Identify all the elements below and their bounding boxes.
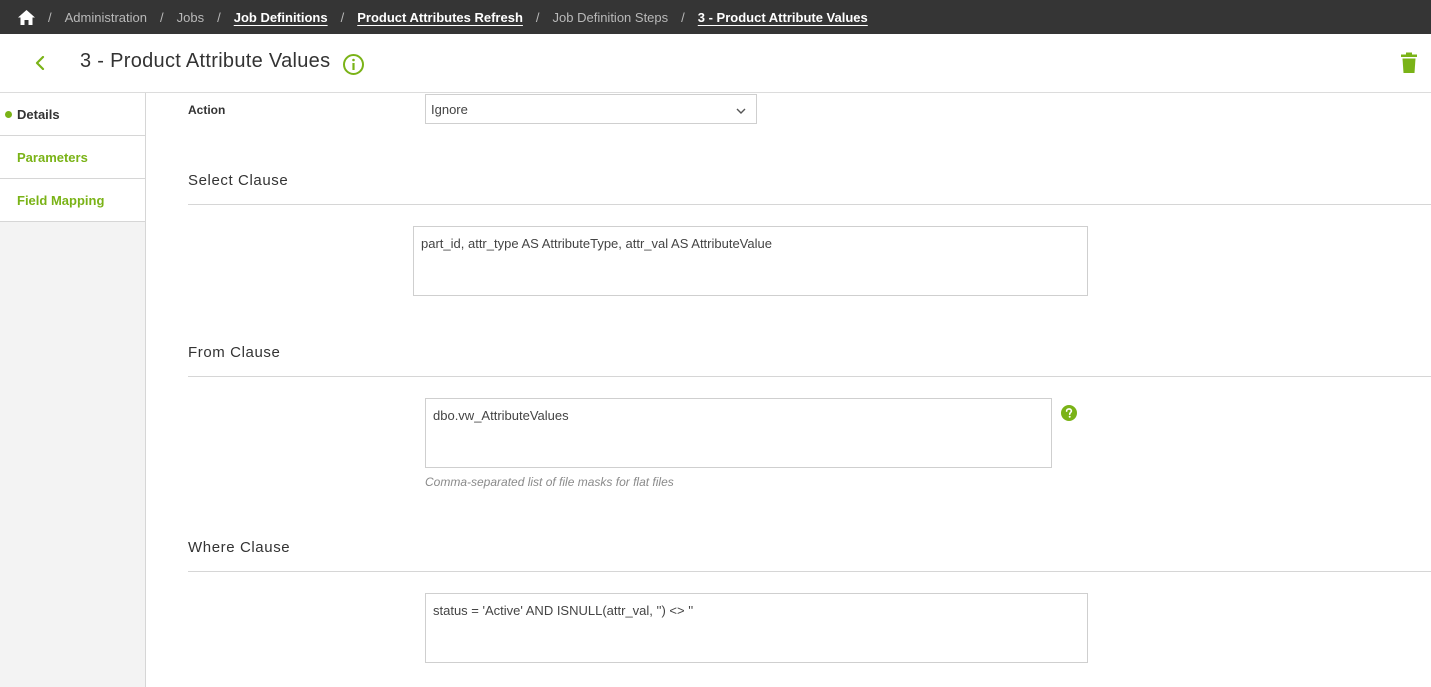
sidebar-item-label: Parameters <box>17 149 88 165</box>
breadcrumb-separator: / <box>48 9 52 25</box>
divider <box>188 376 1431 377</box>
home-icon[interactable] <box>18 9 35 25</box>
sidebar-item-label: Details <box>17 106 60 122</box>
where-clause-input[interactable]: status = 'Active' AND ISNULL(attr_val, '… <box>425 593 1088 663</box>
divider <box>188 571 1431 572</box>
info-icon[interactable] <box>342 53 365 76</box>
from-clause-title: From Clause <box>188 344 281 361</box>
breadcrumb-separator: / <box>535 9 540 25</box>
breadcrumb-separator: / <box>681 9 685 25</box>
action-select-value: Ignore <box>431 101 468 117</box>
breadcrumb-jobs[interactable]: Jobs <box>177 10 204 25</box>
from-clause-input[interactable]: dbo.vw_AttributeValues <box>425 398 1052 468</box>
sidebar-item-field-mapping[interactable]: Field Mapping <box>0 179 145 222</box>
breadcrumb-administration[interactable]: Administration <box>65 10 147 25</box>
sidebar-item-label: Field Mapping <box>17 192 105 208</box>
breadcrumb-job-definition-steps[interactable]: Job Definition Steps <box>553 10 669 25</box>
trash-icon[interactable] <box>1399 52 1419 74</box>
select-clause-title: Select Clause <box>188 172 289 189</box>
select-clause-input[interactable]: part_id, attr_type AS AttributeType, att… <box>413 226 1088 296</box>
sidebar-item-details[interactable]: Details <box>0 93 145 136</box>
where-clause-title: Where Clause <box>188 539 291 556</box>
breadcrumb-separator: / <box>217 9 221 25</box>
sidebar: Details Parameters Field Mapping <box>0 93 146 687</box>
action-select[interactable]: Ignore <box>425 94 757 124</box>
chevron-left-icon[interactable] <box>31 54 49 72</box>
breadcrumb-separator: / <box>160 9 164 25</box>
divider <box>188 204 1431 205</box>
breadcrumb-product-attributes-refresh[interactable]: Product Attributes Refresh <box>357 10 523 25</box>
breadcrumb: / Administration / Jobs / Job Definition… <box>0 0 1431 34</box>
main-content: Action Ignore Select Clause part_id, att… <box>146 93 1431 687</box>
help-icon[interactable] <box>1061 405 1077 421</box>
sidebar-item-parameters[interactable]: Parameters <box>0 136 145 179</box>
breadcrumb-current-step[interactable]: 3 - Product Attribute Values <box>698 10 868 25</box>
page-header: 3 - Product Attribute Values <box>0 34 1431 93</box>
breadcrumb-job-definitions[interactable]: Job Definitions <box>234 10 328 25</box>
active-indicator <box>5 111 12 118</box>
page-title: 3 - Product Attribute Values <box>80 50 331 72</box>
breadcrumb-separator: / <box>340 9 345 25</box>
from-clause-hint: Comma-separated list of file masks for f… <box>425 475 674 489</box>
chevron-down-icon <box>736 104 746 114</box>
action-label: Action <box>188 103 226 117</box>
